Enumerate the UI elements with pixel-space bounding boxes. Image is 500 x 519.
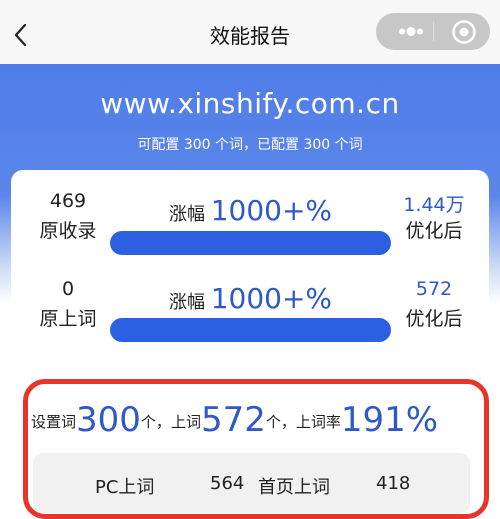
optimized-ranked-value: 572 [415,278,453,300]
pc-ranked-label: PC上词 [95,477,155,498]
original-indexed-value: 469 [49,190,87,212]
homepage-ranked-value: 418 [376,473,411,494]
indexed-growth-value: 1000+% [210,194,333,227]
original-indexed-label: 原收录 [39,220,97,242]
close-miniprogram-icon[interactable] [451,19,477,45]
optimized-indexed-value: 1.44万 [403,194,465,216]
ranked-growth-value: 1000+% [210,282,333,315]
capsule-divider [433,22,434,41]
ranked-progress-bar [110,318,391,342]
set-keywords-label: 设置词 [31,413,77,431]
homepage-ranked-label: 首页上词 [258,477,330,498]
optimized-indexed-label: 优化后 [405,220,463,242]
original-ranked-label: 原上词 [39,308,97,330]
unit-label: 个， [265,413,296,431]
indexed-progress-bar [110,231,391,255]
indexed-growth-label: 涨幅 [168,204,205,225]
pc-ranked-value: 564 [210,473,245,494]
original-ranked-value: 0 [61,278,75,300]
nav-bar: 效能报告 [0,0,500,64]
summary-line: 设置词300个，上词572个，上词率191% [31,400,438,440]
ranking-rate-value: 191% [340,400,439,440]
set-keywords-value: 300 [76,400,141,440]
ranked-growth-label: 涨幅 [168,292,205,313]
capsule-menu [376,13,490,50]
ranked-keywords-value: 572 [200,400,266,440]
ranking-rate-label: 上词率 [295,413,341,431]
indexed-growth: 涨幅 1000+% [110,194,391,227]
ranked-keywords-label: 上词 [170,413,201,431]
unit-label: 个， [140,413,171,431]
more-options-icon[interactable] [394,23,428,40]
site-domain: www.xinshify.com.cn [100,87,400,120]
optimized-ranked-label: 优化后 [405,308,463,330]
ranked-growth: 涨幅 1000+% [110,282,391,315]
keyword-quota: 可配置 300 个词，已配置 300 个词 [137,137,363,153]
